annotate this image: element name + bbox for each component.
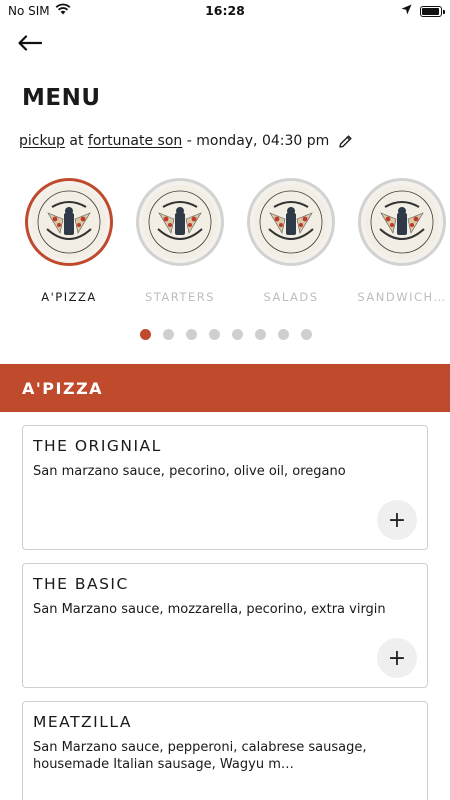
category-item[interactable]: SANDWICH… bbox=[347, 178, 450, 304]
category-label: SALADS bbox=[263, 290, 319, 304]
category-item[interactable]: A'PIZZA bbox=[14, 178, 124, 304]
pagination-dot[interactable] bbox=[163, 329, 174, 340]
order-location-link[interactable]: fortunate son bbox=[88, 133, 182, 149]
status-right bbox=[401, 4, 445, 18]
menu-item-description: San marzano sauce, pecorino, olive oil, … bbox=[33, 464, 346, 479]
add-item-button[interactable]: + bbox=[377, 500, 417, 540]
order-at-label: at bbox=[69, 133, 84, 149]
menu-item-description: San Marzano sauce, pepperoni, calabrese … bbox=[33, 740, 367, 772]
battery-icon bbox=[420, 5, 445, 17]
menu-item-card[interactable]: THE ORIGNIAL San marzano sauce, pecorino,… bbox=[22, 425, 428, 550]
order-datetime: monday, 04:30 pm bbox=[196, 133, 330, 149]
pagination-dot[interactable] bbox=[301, 329, 312, 340]
order-info: pickup at fortunate son - monday, 04:30 … bbox=[19, 133, 353, 149]
pencil-icon[interactable] bbox=[338, 134, 353, 149]
category-image bbox=[358, 178, 446, 266]
arrow-left-icon bbox=[18, 35, 43, 55]
plus-icon: + bbox=[387, 507, 407, 533]
pagination-dot[interactable] bbox=[186, 329, 197, 340]
location-arrow-icon bbox=[401, 4, 412, 18]
menu-item-name: THE BASIC bbox=[33, 575, 129, 593]
category-label: STARTERS bbox=[144, 290, 216, 304]
section-header: A'PIZZA bbox=[0, 364, 450, 412]
plus-icon: + bbox=[387, 645, 407, 671]
category-image bbox=[247, 178, 335, 266]
category-label: A'PIZZA bbox=[41, 290, 97, 304]
pagination-dot[interactable] bbox=[209, 329, 220, 340]
menu-item-name: THE ORIGNIAL bbox=[33, 437, 162, 455]
page-title: MENU bbox=[22, 85, 101, 111]
add-item-button[interactable]: + bbox=[377, 638, 417, 678]
category-item[interactable]: STARTERS bbox=[125, 178, 235, 304]
status-time: 16:28 bbox=[205, 3, 245, 18]
carousel-pagination bbox=[140, 329, 312, 340]
category-image bbox=[136, 178, 224, 266]
pagination-dot[interactable] bbox=[232, 329, 243, 340]
menu-item-card[interactable]: THE BASIC San Marzano sauce, mozzarella, … bbox=[22, 563, 428, 688]
section-title: A'PIZZA bbox=[22, 378, 104, 398]
category-carousel[interactable]: A'PIZZA STARTERS SALADS SANDWICH… bbox=[0, 178, 450, 313]
category-image bbox=[25, 178, 113, 266]
status-bar: No SIM 16:28 bbox=[0, 0, 450, 22]
menu-item-card[interactable]: MEATZILLA San Marzano sauce, pepperoni, c… bbox=[22, 701, 428, 800]
category-item[interactable]: SALADS bbox=[236, 178, 346, 304]
back-button[interactable] bbox=[18, 32, 48, 58]
menu-item-name: MEATZILLA bbox=[33, 713, 132, 731]
category-label: SANDWICH… bbox=[357, 290, 447, 304]
battery-level bbox=[422, 7, 440, 15]
order-mode-link[interactable]: pickup bbox=[19, 133, 65, 149]
pagination-dot[interactable] bbox=[140, 329, 151, 340]
pagination-dot[interactable] bbox=[278, 329, 289, 340]
menu-item-description: San Marzano sauce, mozzarella, pecorino,… bbox=[33, 602, 386, 617]
pagination-dot[interactable] bbox=[255, 329, 266, 340]
